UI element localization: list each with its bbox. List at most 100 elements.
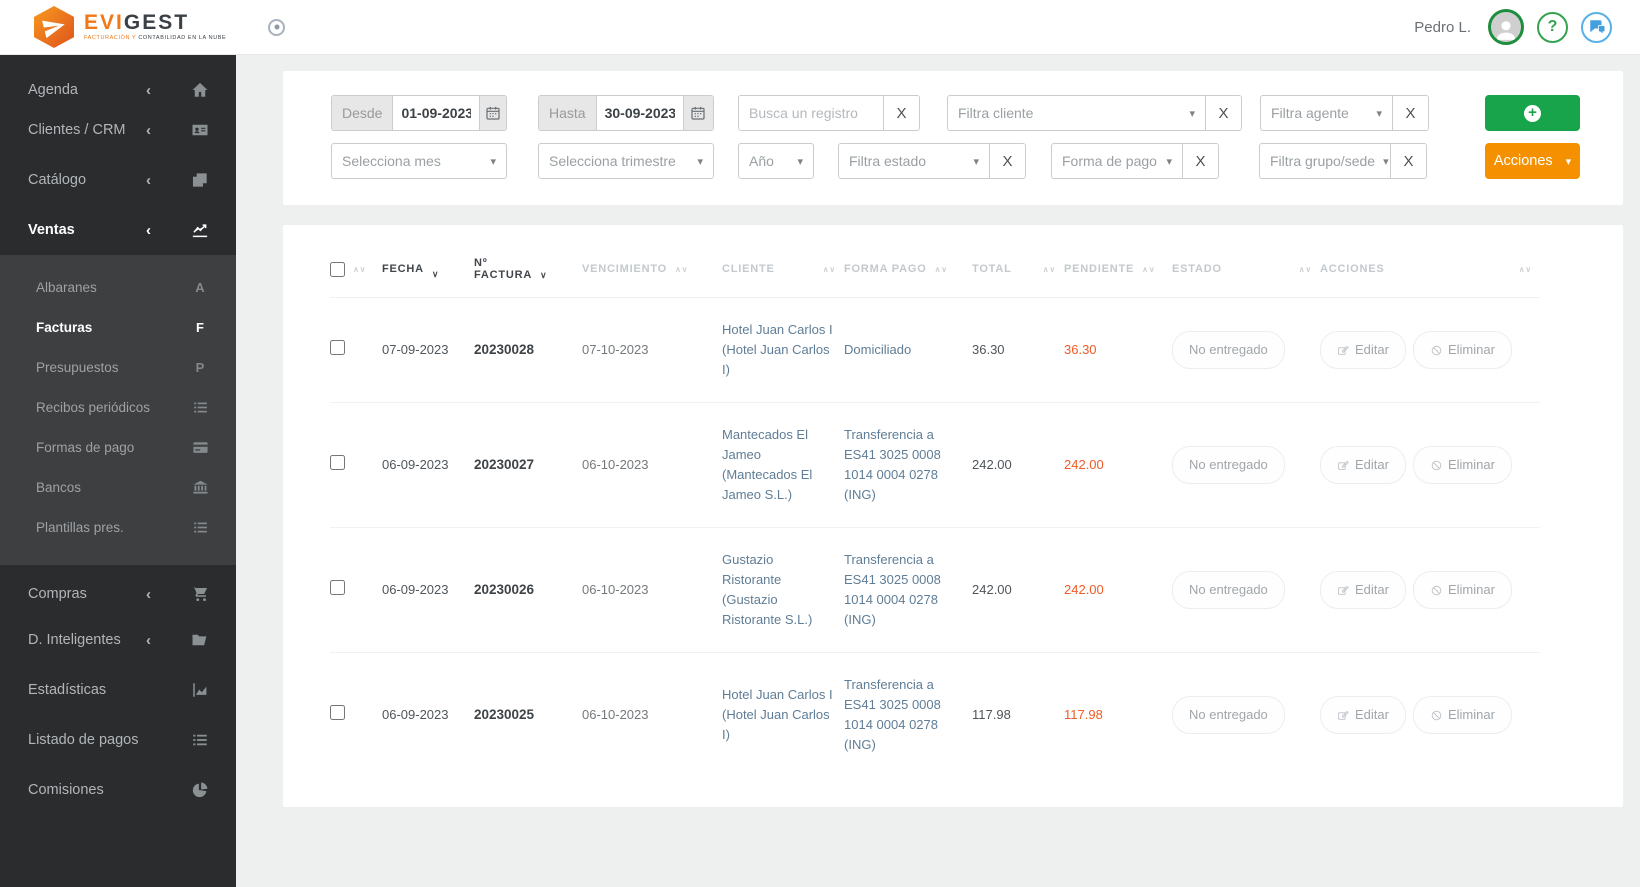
sidebar-item-catalogo[interactable]: Catálogo ‹ — [0, 155, 236, 205]
sidebar-item-plantillas-pres[interactable]: Plantillas pres. — [0, 507, 236, 547]
sidebar-item-label: Clientes / CRM — [28, 122, 126, 138]
chevron-left-icon: ‹ — [146, 221, 151, 239]
column-header-fecha[interactable]: FECHA ∨ — [382, 253, 474, 298]
sidebar-item-formas-de-pago[interactable]: Formas de pago — [0, 427, 236, 467]
sidebar-item-agenda[interactable]: Agenda ‹ — [0, 55, 236, 105]
column-header-estado[interactable]: ESTADO ∧∨ — [1172, 253, 1320, 298]
user-avatar[interactable] — [1488, 9, 1524, 45]
chevron-left-icon: ‹ — [146, 631, 151, 649]
chevron-down-icon: ▾ — [1383, 155, 1389, 168]
filter-status-select[interactable]: Filtra estado ▾ — [839, 144, 989, 178]
filter-agent-select[interactable]: Filtra agente ▾ — [1261, 96, 1392, 130]
status-badge[interactable]: No entregado — [1172, 571, 1285, 609]
search-input[interactable] — [739, 96, 883, 130]
clear-status-button[interactable]: X — [989, 144, 1025, 178]
sidebar-item-label: Listado de pagos — [28, 732, 139, 748]
invoice-total: 242.00 — [972, 402, 1064, 528]
delete-button[interactable]: Eliminar — [1412, 446, 1512, 484]
sidebar-item-comisiones[interactable]: Comisiones — [0, 765, 236, 815]
row-checkbox[interactable] — [330, 454, 345, 470]
brand-tagline-2: CONTABILIDAD EN LA NUBE — [138, 35, 227, 42]
filter-client-select[interactable]: Filtra cliente ▾ — [948, 96, 1205, 130]
sidebar-item-presupuestos[interactable]: Presupuestos P — [0, 347, 236, 387]
filter-agent-group: Filtra agente ▾ X — [1260, 95, 1429, 131]
help-button[interactable]: ? — [1537, 11, 1568, 43]
column-header-acciones[interactable]: ACCIONES ∧∨ — [1320, 253, 1540, 298]
pencil-icon — [1338, 345, 1349, 355]
date-from-input[interactable] — [393, 96, 480, 130]
chat-button[interactable] — [1581, 11, 1612, 43]
actions-button[interactable]: Acciones ▾ — [1485, 143, 1580, 179]
calendar-icon[interactable] — [682, 96, 713, 130]
column-header-cliente[interactable]: CLIENTE ∧∨ — [722, 253, 844, 298]
clear-payment-button[interactable]: X — [1182, 144, 1218, 178]
list-icon — [190, 519, 210, 536]
edit-button[interactable]: Editar — [1320, 446, 1406, 484]
calendar-icon[interactable] — [479, 96, 506, 130]
home-icon — [190, 81, 210, 99]
column-header-pendiente[interactable]: PENDIENTE ∧∨ — [1064, 253, 1172, 298]
chart-area-icon — [190, 681, 210, 699]
edit-button[interactable]: Editar — [1320, 331, 1406, 369]
filter-group-site-select[interactable]: Filtra grupo/sede ▾ — [1260, 144, 1390, 178]
select-year[interactable]: Año ▾ — [739, 144, 813, 178]
chevron-down-icon: ▾ — [797, 155, 803, 168]
select-all-checkbox[interactable] — [330, 261, 345, 277]
brand-name-primary: EVI — [84, 11, 124, 35]
sort-icon[interactable]: ∧∨ — [353, 265, 366, 273]
sidebar-item-bancos[interactable]: Bancos — [0, 467, 236, 507]
slash-circle-icon — [1431, 585, 1442, 595]
delete-button[interactable]: Eliminar — [1412, 331, 1512, 369]
sidebar-item-albaranes[interactable]: Albaranes A — [0, 267, 236, 307]
clear-client-button[interactable]: X — [1205, 96, 1241, 130]
brand-logo[interactable]: EVIGEST FACTURACIÓN Y CONTABILIDAD EN LA… — [34, 6, 226, 48]
clear-agent-button[interactable]: X — [1392, 96, 1428, 130]
status-badge[interactable]: No entregado — [1172, 446, 1285, 484]
invoice-client: Hotel Juan Carlos I (Hotel Juan Carlos I… — [722, 297, 844, 403]
letter-a-icon: A — [195, 279, 205, 295]
sidebar-item-facturas[interactable]: Facturas F — [0, 307, 236, 347]
delete-button[interactable]: Eliminar — [1412, 571, 1512, 609]
row-checkbox[interactable] — [330, 704, 345, 720]
status-badge[interactable]: No entregado — [1172, 331, 1285, 369]
date-to-input[interactable] — [596, 96, 683, 130]
sidebar-item-label: Comisiones — [28, 782, 104, 798]
pencil-icon — [1338, 460, 1349, 470]
invoice-due-date: 06-10-2023 — [582, 527, 722, 653]
chevron-left-icon: ‹ — [146, 171, 151, 189]
sort-icon: ∧∨ — [675, 264, 689, 274]
select-month[interactable]: Selecciona mes ▾ — [332, 144, 506, 178]
invoice-date: 06-09-2023 — [382, 457, 449, 472]
column-header-forma-pago[interactable]: FORMA PAGO ∧∨ — [844, 253, 972, 298]
payment-method-select[interactable]: Forma de pago ▾ — [1052, 144, 1182, 178]
filter-agent-value: Filtra agente — [1271, 105, 1349, 121]
sidebar-item-d-inteligentes[interactable]: D. Inteligentes ‹ — [0, 615, 236, 665]
slash-circle-icon — [1431, 345, 1442, 355]
select-quarter[interactable]: Selecciona trimestre ▾ — [539, 144, 713, 178]
target-icon[interactable] — [268, 18, 286, 36]
invoices-table-panel: ∧∨ FECHA ∨ Nº FACTURA ∨ VENCIMIENTO ∧∨ CLIE… — [283, 225, 1623, 807]
row-checkbox[interactable] — [330, 579, 345, 595]
sidebar-item-estadisticas[interactable]: Estadísticas — [0, 665, 236, 715]
sidebar-item-listado-de-pagos[interactable]: Listado de pagos — [0, 715, 236, 765]
sidebar-item-ventas[interactable]: Ventas ‹ — [0, 205, 236, 255]
invoice-payment-method: Transferencia a ES41 3025 0008 1014 0004… — [844, 527, 972, 653]
clear-search-button[interactable]: X — [883, 96, 919, 130]
sidebar-item-recibos-periodicos[interactable]: Recibos periódicos — [0, 387, 236, 427]
folder-icon — [190, 631, 210, 649]
status-badge[interactable]: No entregado — [1172, 696, 1285, 734]
column-header-total[interactable]: TOTAL ∧∨ — [972, 253, 1064, 298]
sidebar-item-clientes-crm[interactable]: Clientes / CRM ‹ — [0, 105, 236, 155]
column-header-num-factura[interactable]: Nº FACTURA ∨ — [474, 253, 582, 298]
edit-button[interactable]: Editar — [1320, 571, 1406, 609]
edit-button[interactable]: Editar — [1320, 696, 1406, 734]
brand-tagline-1: FACTURACIÓN Y — [84, 35, 137, 42]
sort-icon: ∧∨ — [934, 264, 948, 274]
clear-group-site-button[interactable]: X — [1390, 144, 1426, 178]
sidebar-item-compras[interactable]: Compras ‹ — [0, 565, 236, 615]
invoice-client: Gustazio Ristorante (Gustazio Ristorante… — [722, 527, 844, 653]
row-checkbox[interactable] — [330, 339, 345, 355]
column-header-vencimiento[interactable]: VENCIMIENTO ∧∨ — [582, 253, 722, 298]
delete-button[interactable]: Eliminar — [1412, 696, 1512, 734]
add-invoice-button[interactable]: + — [1485, 95, 1580, 131]
